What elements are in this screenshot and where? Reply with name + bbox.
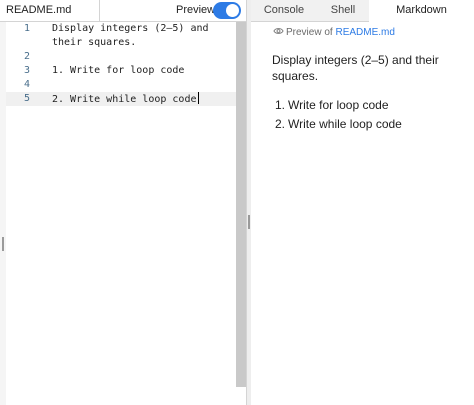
preview-toggle-label: Preview: [176, 4, 216, 16]
line-number: 3: [24, 65, 31, 76]
line-number: 1: [24, 23, 31, 34]
code-line-active: 5 2. Write while loop code: [6, 92, 236, 106]
editor-scrollbar[interactable]: [236, 22, 246, 387]
tab-shell[interactable]: Shell: [317, 0, 369, 21]
editor-pane: README.md Preview 1 Display integers (2–…: [0, 0, 246, 405]
list-item-number: 1.: [274, 98, 285, 112]
preview-file-link[interactable]: README.md: [335, 27, 394, 38]
line-text: Display integers (2–5) and: [52, 23, 209, 34]
preview-of-prefix: Preview of: [286, 27, 336, 38]
text-cursor: [197, 92, 199, 104]
list-item-text: Write for loop code: [288, 98, 389, 112]
code-editor[interactable]: 1 Display integers (2–5) and their squar…: [6, 22, 236, 405]
line-text: their squares.: [52, 37, 137, 48]
code-line: their squares.: [6, 36, 236, 50]
preview-toggle[interactable]: [213, 2, 241, 19]
list-item: 2. Write while loop code: [272, 115, 462, 134]
list-item-text: Write while loop code: [288, 117, 402, 131]
list-item-number: 2.: [274, 117, 285, 131]
code-line: 4: [6, 78, 236, 92]
code-line: 2: [6, 50, 236, 64]
code-line: 1 Display integers (2–5) and: [6, 22, 236, 36]
markdown-paragraph: Display integers (2–5) and their squares…: [272, 53, 439, 83]
tab-markdown[interactable]: Markdown: [369, 0, 474, 22]
output-pane: Console Shell Markdown Preview of README…: [251, 0, 474, 405]
eye-icon: [273, 28, 284, 34]
line-text: 2. Write while loop code: [52, 92, 199, 107]
line-text: 1. Write for loop code: [52, 65, 185, 76]
output-tab-bar: Console Shell Markdown: [251, 0, 474, 22]
preview-of-caption: Preview of README.md: [273, 26, 395, 38]
file-tab-readme[interactable]: README.md: [0, 0, 100, 21]
line-number: 5: [24, 93, 31, 104]
splitter-grip[interactable]: [248, 215, 250, 229]
toggle-knob: [226, 4, 239, 17]
editor-header: README.md Preview: [0, 0, 246, 22]
markdown-list: 1. Write for loop code 2. Write while loop…: [272, 96, 462, 134]
code-line: 3 1. Write for loop code: [6, 64, 236, 78]
list-item: 1. Write for loop code: [272, 96, 462, 115]
tab-console[interactable]: Console: [251, 0, 317, 21]
line-text-content: 2. Write while loop code: [52, 94, 197, 105]
line-number: 2: [24, 51, 31, 62]
resize-grip-left[interactable]: [2, 237, 4, 251]
line-number: 4: [24, 79, 31, 90]
